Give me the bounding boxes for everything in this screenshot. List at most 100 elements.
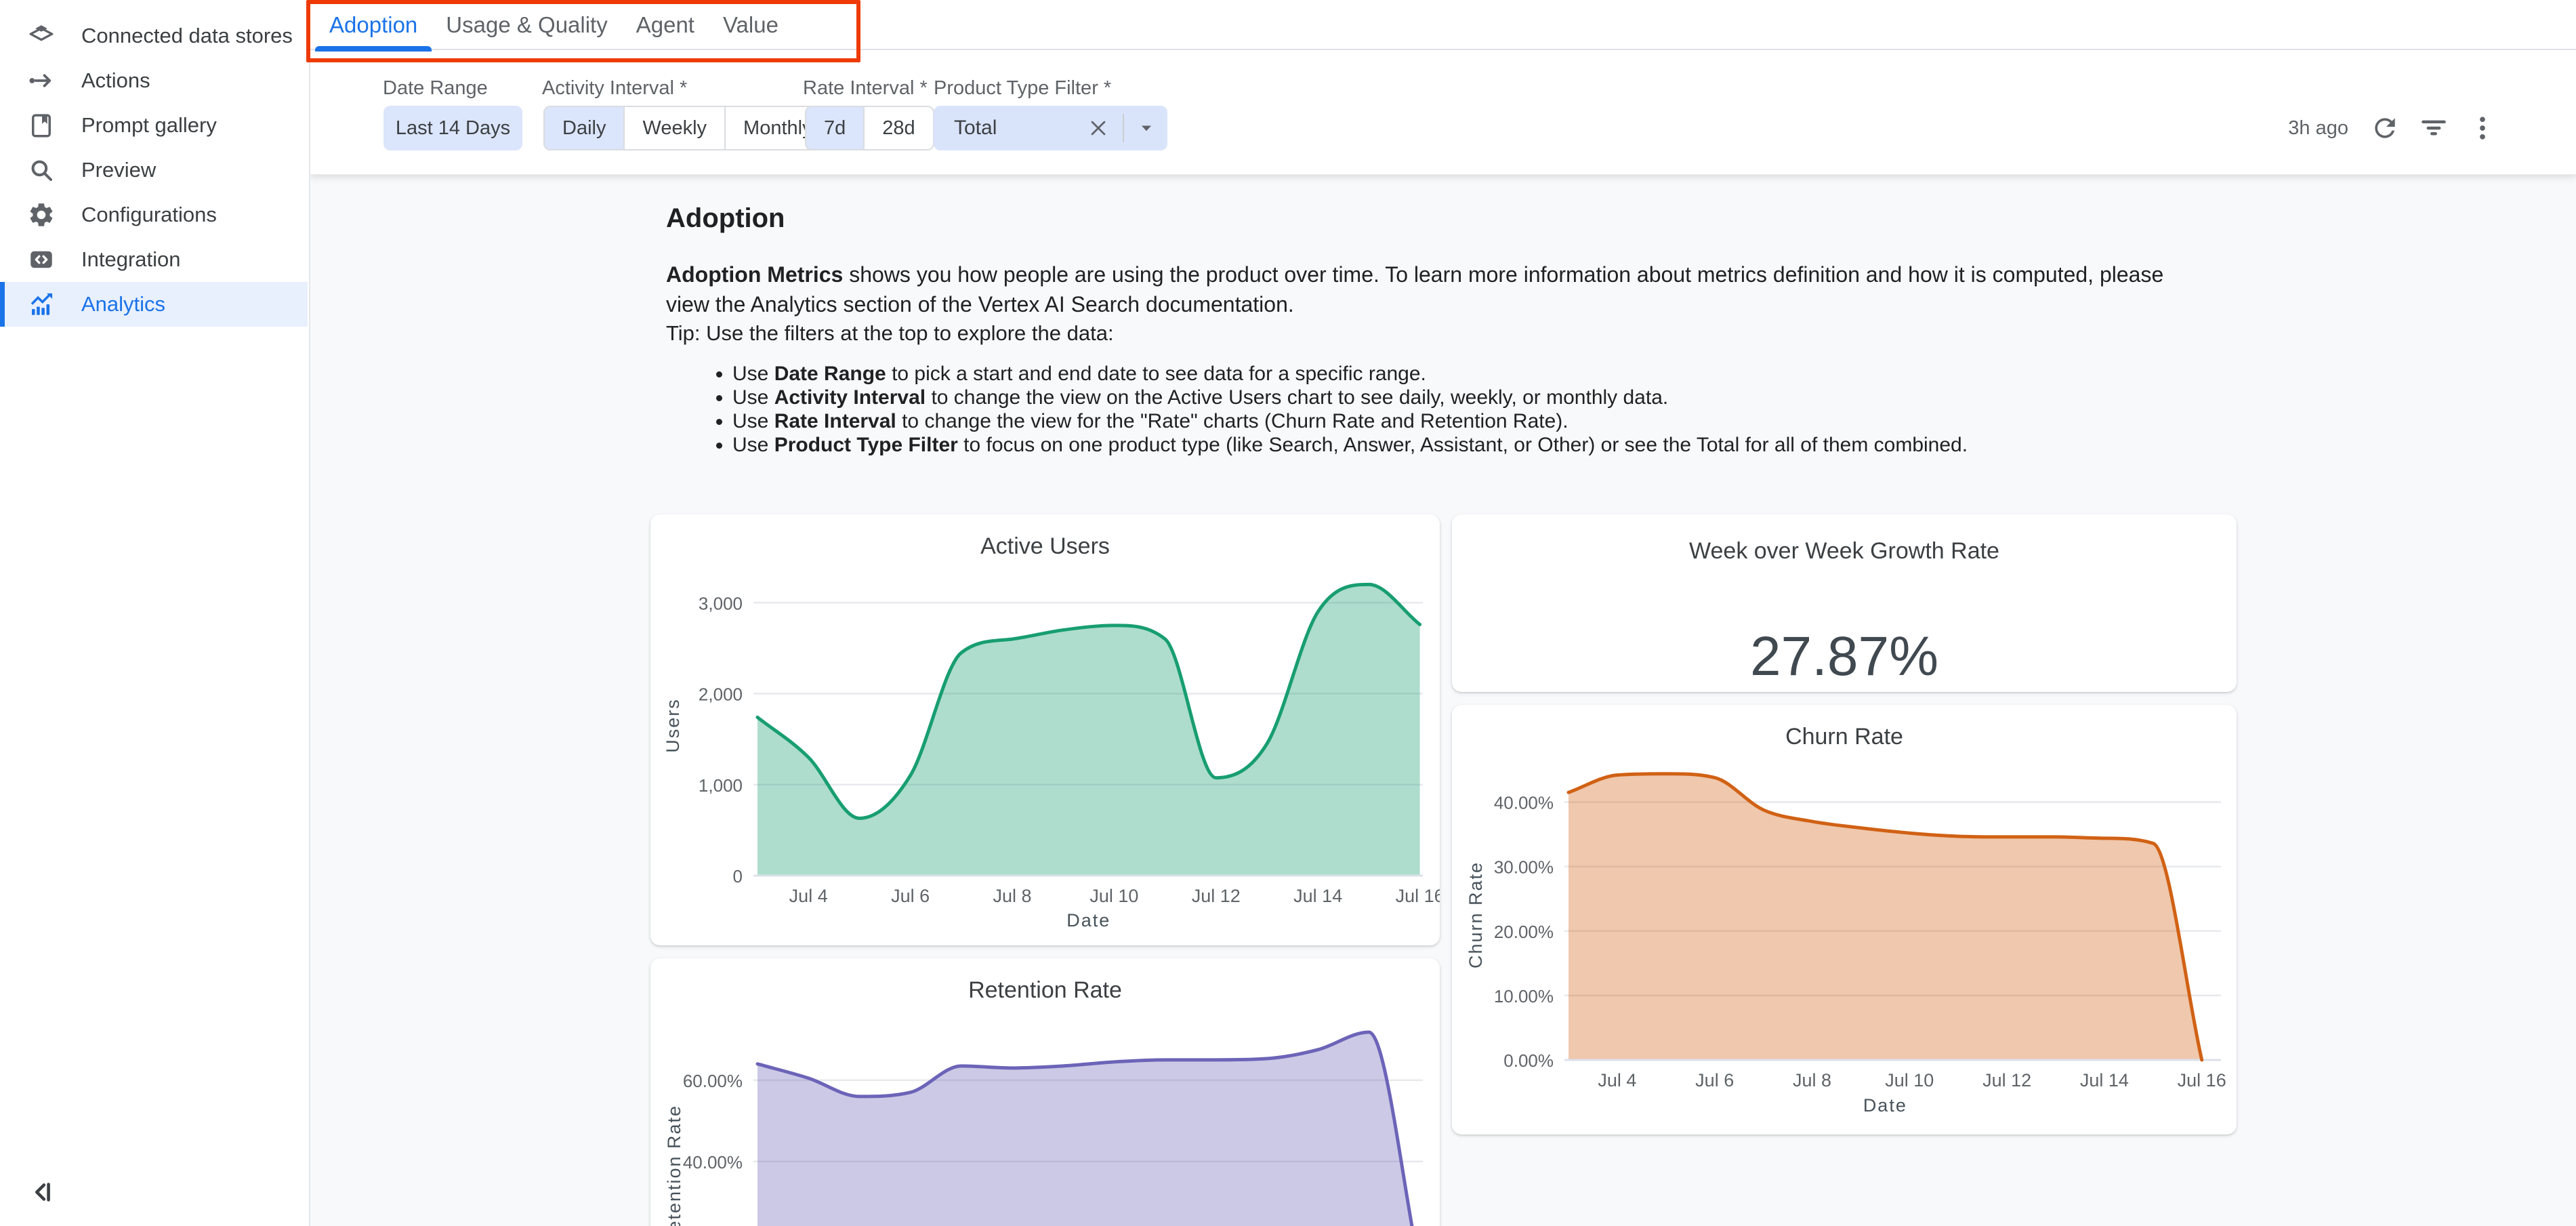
filter-button[interactable] [2415, 109, 2453, 147]
svg-text:Jul 8: Jul 8 [993, 886, 1031, 906]
search-icon [27, 156, 56, 184]
chip-divider [1123, 114, 1124, 142]
intro-paragraph: Adoption Metrics shows you how people ar… [666, 260, 2197, 319]
svg-text:40.00%: 40.00% [1494, 793, 1554, 813]
refresh-button[interactable] [2366, 109, 2404, 147]
tab-label: Value [723, 12, 778, 38]
sidebar-item-actions[interactable]: Actions [0, 58, 308, 103]
sidebar-item-label: Connected data stores [81, 24, 293, 48]
chart-title: Retention Rate [650, 977, 1440, 1004]
product-type-filter-select[interactable]: Total [934, 106, 1167, 150]
svg-text:Jul 10: Jul 10 [1089, 886, 1138, 906]
sidebar-item-label: Preview [81, 158, 156, 182]
arrow-right-icon [27, 66, 56, 95]
sidebar-item-configurations[interactable]: Configurations [0, 192, 308, 237]
svg-text:Jul 14: Jul 14 [1293, 886, 1342, 906]
sidebar-item-analytics[interactable]: Analytics [0, 282, 308, 327]
svg-text:3,000: 3,000 [699, 593, 743, 613]
svg-text:Jul 6: Jul 6 [1695, 1070, 1734, 1090]
page-title: Adoption [666, 203, 785, 234]
tip-heading: Tip: Use the filters at the top to explo… [666, 321, 1114, 346]
svg-text:30.00%: 30.00% [1494, 857, 1554, 878]
tabs: Adoption Usage & Quality Agent Value [315, 0, 793, 50]
svg-text:2,000: 2,000 [699, 684, 743, 705]
sidebar-item-prompt-gallery[interactable]: Prompt gallery [0, 103, 308, 148]
tab-label: Usage & Quality [446, 12, 607, 38]
last-refresh-text: 3h ago [2288, 117, 2348, 140]
retention-rate-card: 0.00%20.00%40.00%60.00%Jul 4Jul 6Jul 8Ju… [650, 958, 1440, 1226]
collapse-panel-icon [26, 1177, 58, 1208]
gear-icon [27, 201, 56, 229]
growth-rate-card: Week over Week Growth Rate 27.87% [1452, 514, 2237, 692]
sidebar-item-label: Prompt gallery [81, 113, 217, 138]
sidebar-item-connected-data-stores[interactable]: Connected data stores [0, 14, 308, 58]
svg-text:Date: Date [1066, 910, 1110, 931]
activity-interval-segmented: Daily Weekly Monthly [543, 106, 831, 150]
svg-text:Jul 10: Jul 10 [1885, 1070, 1934, 1090]
activity-daily-button[interactable]: Daily [545, 107, 623, 149]
more-vert-icon [2468, 113, 2497, 143]
rate-interval-segmented: 7d 28d [805, 106, 934, 150]
tip-item: Use Activity Interval to change the view… [732, 386, 1968, 409]
tab-adoption[interactable]: Adoption [315, 0, 432, 50]
filter-list-icon [2419, 113, 2449, 143]
active-users-chart: 0 1,000 2,000 3,000 Jul 4 Jul 6 Jul 8 Jul 10 Jul… [650, 514, 1440, 945]
filter-bar-actions: 3h ago [2288, 106, 2501, 150]
product-type-value: Total [954, 117, 1086, 140]
tip-item: Use Product Type Filter to focus on one … [732, 433, 1968, 457]
tab-label: Adoption [329, 12, 417, 38]
sidebar-item-integration[interactable]: Integration [0, 237, 308, 282]
collapse-sidebar-button[interactable] [23, 1173, 61, 1211]
refresh-icon [2370, 113, 2400, 143]
svg-text:60.00%: 60.00% [683, 1071, 743, 1091]
stat-title: Week over Week Growth Rate [1452, 538, 2237, 565]
tab-usage-quality[interactable]: Usage & Quality [432, 0, 621, 50]
product-type-filter-label: Product Type Filter * [934, 77, 1111, 100]
svg-text:0: 0 [733, 866, 743, 886]
svg-text:10.00%: 10.00% [1494, 986, 1554, 1006]
svg-text:Jul 16: Jul 16 [1396, 886, 1440, 906]
filter-bar: Date Range Last 14 Days Activity Interva… [310, 50, 2576, 175]
tip-item: Use Rate Interval to change the view for… [732, 409, 1968, 433]
clear-filter-icon[interactable] [1086, 116, 1110, 140]
analytics-chart-icon [27, 290, 56, 319]
code-icon [27, 245, 56, 274]
svg-text:40.00%: 40.00% [683, 1152, 743, 1172]
sidebar-item-label: Analytics [81, 292, 165, 316]
tab-value[interactable]: Value [709, 0, 793, 50]
sidebar-item-label: Configurations [81, 203, 217, 227]
svg-text:Jul 8: Jul 8 [1793, 1070, 1831, 1090]
tab-agent[interactable]: Agent [622, 0, 709, 50]
svg-text:Jul 14: Jul 14 [2080, 1070, 2129, 1090]
tips-list: Use Date Range to pick a start and end d… [709, 362, 1968, 457]
tab-label: Agent [636, 12, 694, 38]
svg-text:1,000: 1,000 [699, 775, 743, 796]
svg-text:Jul 12: Jul 12 [1192, 886, 1241, 906]
activity-interval-label: Activity Interval * [542, 77, 687, 100]
chart-title: Churn Rate [1452, 724, 2237, 750]
date-range-button[interactable]: Last 14 Days [383, 106, 522, 150]
chart-title: Active Users [650, 533, 1440, 560]
rate-7d-button[interactable]: 7d [806, 107, 863, 149]
svg-text:0.00%: 0.00% [1503, 1050, 1554, 1071]
svg-text:Jul 6: Jul 6 [891, 886, 930, 906]
more-options-button[interactable] [2464, 109, 2501, 147]
sidebar-item-preview[interactable]: Preview [0, 148, 308, 192]
rate-28d-button[interactable]: 28d [863, 107, 932, 149]
activity-weekly-button[interactable]: Weekly [623, 107, 724, 149]
svg-text:Jul 4: Jul 4 [1598, 1070, 1636, 1090]
svg-text:Jul 16: Jul 16 [2178, 1070, 2226, 1090]
svg-text:20.00%: 20.00% [1494, 922, 1554, 942]
svg-text:Date: Date [1863, 1095, 1907, 1116]
active-users-card: 0 1,000 2,000 3,000 Jul 4 Jul 6 Jul 8 Jul 10 Jul… [650, 514, 1440, 945]
tip-item: Use Date Range to pick a start and end d… [732, 362, 1968, 386]
active-tab-indicator [315, 46, 432, 52]
chevron-down-icon[interactable] [1135, 117, 1167, 140]
svg-text:Jul 4: Jul 4 [789, 886, 828, 906]
growth-rate-value: 27.87% [1452, 626, 2237, 687]
churn-rate-card: 0.00% 10.00% 20.00% 30.00% 40.00% Jul 4 Jul 6 J… [1452, 705, 2237, 1135]
main-content: Adoption Adoption Metrics shows you how … [310, 175, 2576, 1226]
svg-text:Jul 12: Jul 12 [1982, 1070, 2031, 1090]
svg-text:Retention Rate: Retention Rate [664, 1105, 684, 1226]
tab-bar: Adoption Usage & Quality Agent Value [310, 0, 2576, 50]
